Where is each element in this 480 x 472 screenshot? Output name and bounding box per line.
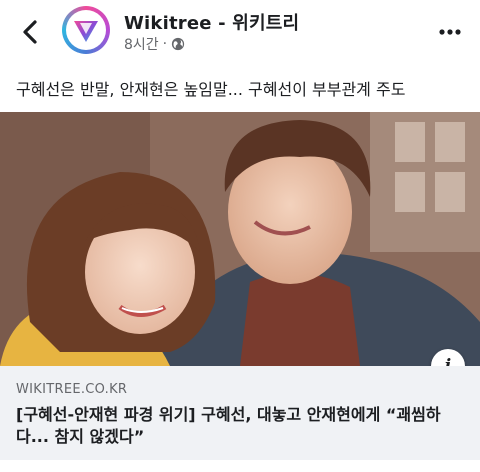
- post-text: 구혜선은 반말, 안재현은 높임말... 구혜선이 부부관계 주도: [16, 80, 406, 99]
- wikitree-logo-icon: [74, 21, 98, 42]
- couple-photo: [0, 112, 480, 366]
- post-meta: 8시간 ·: [124, 34, 185, 54]
- page-avatar[interactable]: [62, 6, 110, 54]
- more-icon[interactable]: [438, 28, 462, 36]
- link-domain: WIKITREE.CO.KR: [16, 382, 128, 397]
- post-time[interactable]: 8시간: [124, 34, 159, 54]
- link-headline: [구혜선-안재현 파경 위기] 구혜선, 대놓고 안재현에게 “괘씸하다... …: [16, 405, 441, 446]
- globe-icon: [172, 37, 185, 51]
- post-header: Wikitree - 위키트리 8시간 ·: [0, 0, 480, 64]
- avatar-logo: [66, 10, 106, 50]
- meta-separator: ·: [162, 36, 168, 52]
- post-photo[interactable]: [0, 112, 480, 366]
- page-name[interactable]: Wikitree - 위키트리: [124, 9, 299, 35]
- link-preview-card[interactable]: WIKITREE.CO.KR [구혜선-안재현 파경 위기] 구혜선, 대놓고 …: [0, 366, 480, 460]
- chevron-left-icon[interactable]: [18, 18, 42, 46]
